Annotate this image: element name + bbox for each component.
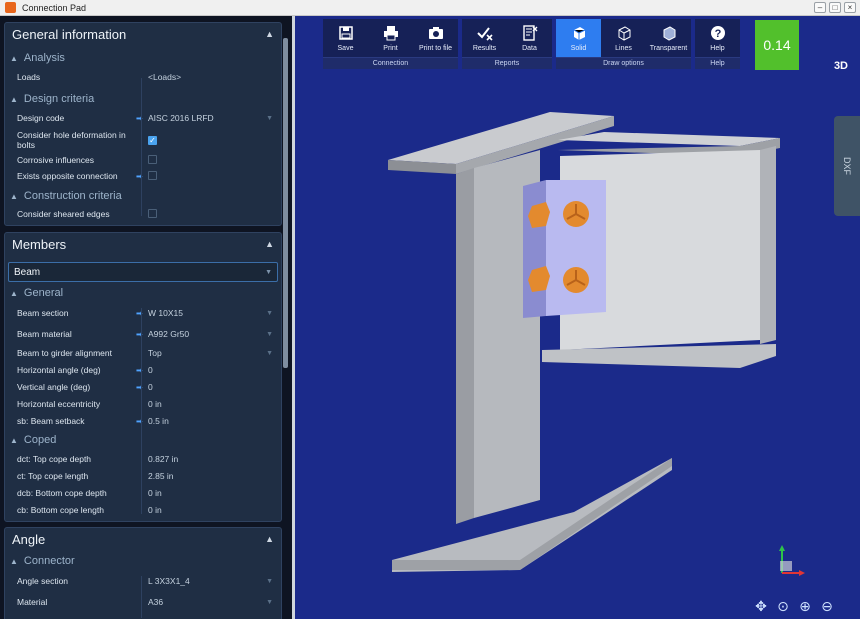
beam-alignment-row[interactable]: Beam to girder alignment Top ▼: [17, 345, 273, 361]
arrow-icon: ➡: [136, 329, 143, 339]
top-cope-depth-row[interactable]: dct: Top cope depth 0.827 in: [17, 451, 273, 467]
steel-connection-model: [388, 112, 780, 572]
design-criteria-section[interactable]: ▲ Design criteria: [10, 93, 94, 105]
horizontal-eccentricity-row[interactable]: Horizontal eccentricity 0 in: [17, 396, 273, 412]
arrow-icon: ➡: [136, 308, 143, 318]
viewport-3d[interactable]: Save Print Print to file Connection Resu…: [295, 16, 860, 619]
angle-material-row[interactable]: Material A36 ▼: [17, 594, 273, 610]
collapse-icon[interactable]: ▲: [265, 29, 274, 39]
design-code-row[interactable]: Design code ➡ AISC 2016 LRFD ▼: [17, 110, 273, 126]
loads-row[interactable]: Loads <Loads>: [17, 69, 273, 85]
opposite-connection-checkbox[interactable]: [148, 170, 157, 180]
minimize-icon[interactable]: –: [814, 2, 826, 13]
angle-plate: [523, 180, 546, 318]
window-controls: – □ ×: [814, 2, 856, 13]
collapse-icon: ▲: [10, 191, 18, 201]
bottom-cope-depth-row[interactable]: dcb: Bottom cope depth 0 in: [17, 485, 273, 501]
arrow-icon: ➡: [136, 113, 143, 123]
title-bar: Connection Pad – □ ×: [0, 0, 860, 16]
arrow-icon: ➡: [136, 171, 143, 181]
general-information-header[interactable]: General information ▲: [5, 23, 281, 45]
collapse-icon: ▲: [10, 288, 18, 298]
sheared-edges-row[interactable]: Consider sheared edges: [17, 206, 273, 222]
arrow-icon: ➡: [136, 382, 143, 392]
chevron-down-icon: ▼: [265, 268, 272, 276]
angle-section-row[interactable]: Angle section L 3X3X1_4 ▼: [17, 573, 273, 589]
panel-title: General information: [12, 26, 127, 42]
properties-sidebar: General information ▲ ▲ Analysis Loads <L…: [0, 16, 292, 619]
beam-top-flange: [558, 132, 780, 146]
arrow-icon: ➡: [136, 416, 143, 426]
member-select[interactable]: Beam ▼: [8, 262, 278, 282]
collapse-icon: ▲: [10, 53, 18, 63]
axis-triad-icon: [779, 545, 805, 576]
vertical-angle-row[interactable]: Vertical angle (deg) ➡ 0: [17, 379, 273, 395]
sheared-edges-checkbox[interactable]: [148, 208, 157, 218]
column-divider: [141, 78, 142, 216]
arrow-icon: ➡: [136, 365, 143, 375]
column-divider: [141, 308, 142, 514]
coped-section[interactable]: ▲ Coped: [10, 434, 56, 446]
girder-web: [456, 168, 474, 524]
connector-section[interactable]: ▲ Connector: [10, 555, 75, 567]
members-header[interactable]: Members ▲: [5, 233, 281, 255]
horizontal-angle-row[interactable]: Horizontal angle (deg) ➡ 0: [17, 362, 273, 378]
general-section[interactable]: ▲ General: [10, 287, 63, 299]
collapse-icon[interactable]: ▲: [265, 239, 274, 249]
navigation-tools: ✥ ⊙ ⊕ ⊖: [752, 597, 836, 615]
chevron-down-icon[interactable]: ▼: [266, 350, 273, 357]
analysis-section[interactable]: ▲ Analysis: [10, 52, 65, 64]
chevron-down-icon[interactable]: ▼: [266, 599, 273, 606]
chevron-down-icon[interactable]: ▼: [266, 115, 273, 122]
corrosive-checkbox[interactable]: [148, 154, 157, 164]
bottom-cope-length-row[interactable]: cb: Bottom cope length 0 in: [17, 502, 273, 518]
collapse-icon: ▲: [10, 435, 18, 445]
beam-section-row[interactable]: Beam section ➡ W 10X15 ▼: [17, 305, 273, 321]
chevron-down-icon[interactable]: ▼: [266, 578, 273, 585]
construction-criteria-section[interactable]: ▲ Construction criteria: [10, 190, 122, 202]
angle-header[interactable]: Angle ▲: [5, 528, 281, 550]
top-cope-length-row[interactable]: ct: Top cope length 2.85 in: [17, 468, 273, 484]
zoom-out-icon[interactable]: ⊖: [818, 597, 836, 615]
beam-material-row[interactable]: Beam material ➡ A992 Gr50 ▼: [17, 326, 273, 342]
opposite-connection-row[interactable]: Exists opposite connection ➡: [17, 168, 273, 184]
chevron-down-icon[interactable]: ▼: [266, 310, 273, 317]
sidebar-scrollbar[interactable]: [283, 38, 288, 368]
chevron-down-icon[interactable]: ▼: [266, 331, 273, 338]
collapse-icon[interactable]: ▲: [265, 534, 274, 544]
pan-icon[interactable]: ✥: [752, 597, 770, 615]
corrosive-row[interactable]: Corrosive influences: [17, 152, 273, 168]
hole-deformation-checkbox[interactable]: ✓: [148, 136, 157, 145]
panel-title: Members: [12, 236, 67, 252]
zoom-window-icon[interactable]: ⊙: [774, 597, 792, 615]
beam-setback-row[interactable]: sb: Beam setback ➡ 0.5 in: [17, 413, 273, 429]
window-title: Connection Pad: [22, 2, 87, 13]
panel-title: Angle: [12, 531, 46, 547]
maximize-icon[interactable]: □: [829, 2, 841, 13]
collapse-icon: ▲: [10, 94, 18, 104]
hole-deformation-row[interactable]: Consider hole deformation in bolts ✓: [17, 128, 273, 152]
zoom-in-icon[interactable]: ⊕: [796, 597, 814, 615]
app-logo-icon: [5, 2, 16, 13]
column-divider: [141, 576, 142, 618]
close-icon[interactable]: ×: [844, 2, 856, 13]
collapse-icon: ▲: [10, 556, 18, 566]
